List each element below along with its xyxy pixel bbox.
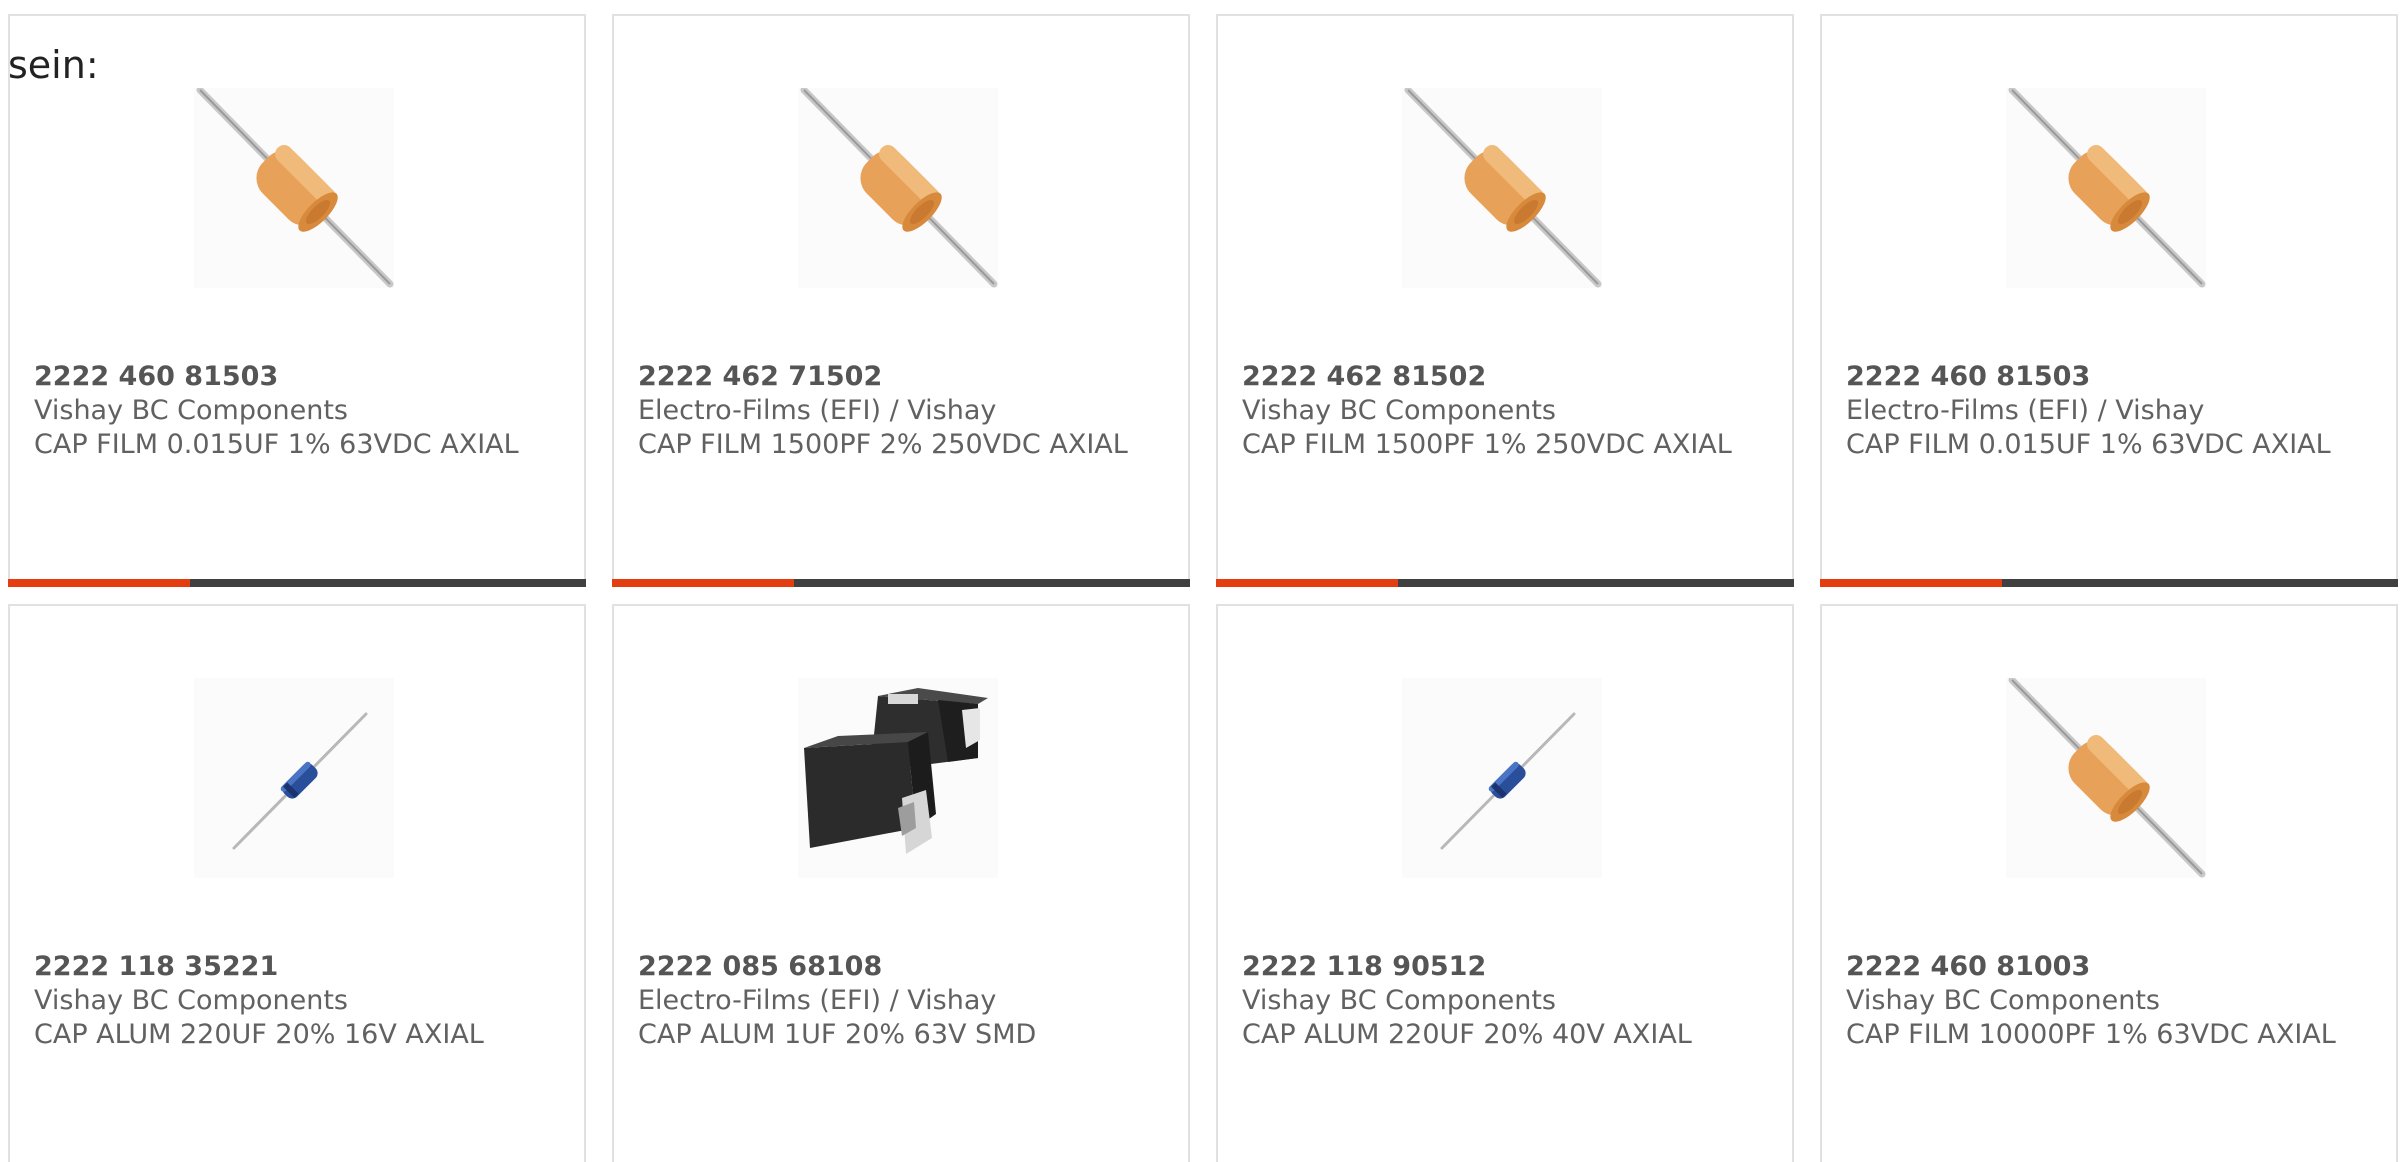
manufacturer-name: Vishay BC Components	[1242, 395, 1556, 426]
orange-axial-film-capacitor-icon[interactable]	[194, 88, 394, 288]
black-smd-capacitor-icon[interactable]	[798, 678, 998, 878]
product-card[interactable]: 2222 462 71502 Electro-Films (EFI) / Vish…	[612, 14, 1190, 587]
card-progress-fill	[612, 579, 795, 587]
product-info: 2222 462 71502 Electro-Films (EFI) / Vish…	[638, 360, 1158, 462]
product-grid-page: sein: 2222 460 81503 Vishay BC Components…	[0, 0, 2400, 1162]
card-progress-bar	[1216, 579, 1794, 587]
orange-axial-film-capacitor-icon[interactable]	[1402, 88, 1602, 288]
product-info: 2222 118 90512 Vishay BC Components CAP AL…	[1242, 950, 1762, 1052]
orange-axial-film-capacitor-icon[interactable]	[2006, 88, 2206, 288]
part-number[interactable]: 2222 085 68108	[638, 950, 1158, 984]
manufacturer-name: Electro-Films (EFI) / Vishay	[1846, 395, 2205, 426]
manufacturer-name: Vishay BC Components	[34, 985, 348, 1016]
product-description: CAP FILM 10000PF 1% 63VDC AXIAL	[1846, 1019, 2336, 1050]
product-card[interactable]: 2222 460 81503 Vishay BC Components CAP FI…	[8, 14, 586, 587]
manufacturer-name: Electro-Films (EFI) / Vishay	[638, 985, 997, 1016]
intro-label: sein:	[8, 43, 99, 87]
card-progress-bar	[8, 579, 586, 587]
product-info: 2222 462 81502 Vishay BC Components CAP FI…	[1242, 360, 1762, 462]
product-description: CAP FILM 0.015UF 1% 63VDC AXIAL	[1846, 429, 2331, 460]
part-number[interactable]: 2222 460 81503	[1846, 360, 2366, 394]
product-card[interactable]: 2222 118 35221 Vishay BC Components CAP AL…	[8, 604, 586, 1162]
product-description: CAP FILM 1500PF 2% 250VDC AXIAL	[638, 429, 1128, 460]
product-card[interactable]: 2222 460 81003 Vishay BC Components CAP FI…	[1820, 604, 2398, 1162]
orange-axial-film-capacitor-icon[interactable]	[798, 88, 998, 288]
part-number[interactable]: 2222 462 81502	[1242, 360, 1762, 394]
part-number[interactable]: 2222 118 90512	[1242, 950, 1762, 984]
product-description: CAP FILM 1500PF 1% 250VDC AXIAL	[1242, 429, 1732, 460]
product-card[interactable]: 2222 118 90512 Vishay BC Components CAP AL…	[1216, 604, 1794, 1162]
product-description: CAP ALUM 220UF 20% 16V AXIAL	[34, 1019, 484, 1050]
manufacturer-name: Electro-Films (EFI) / Vishay	[638, 395, 997, 426]
product-description: CAP ALUM 1UF 20% 63V SMD	[638, 1019, 1037, 1050]
product-info: 2222 460 81503 Vishay BC Components CAP FI…	[34, 360, 554, 462]
card-progress-fill	[8, 579, 191, 587]
manufacturer-name: Vishay BC Components	[34, 395, 348, 426]
manufacturer-name: Vishay BC Components	[1846, 985, 2160, 1016]
orange-axial-film-capacitor-icon[interactable]	[2006, 678, 2206, 878]
product-info: 2222 460 81003 Vishay BC Components CAP FI…	[1846, 950, 2366, 1052]
card-progress-bar	[612, 579, 1190, 587]
card-progress-fill	[1820, 579, 2003, 587]
part-number[interactable]: 2222 460 81503	[34, 360, 554, 394]
part-number[interactable]: 2222 118 35221	[34, 950, 554, 984]
blue-axial-electrolytic-capacitor-icon[interactable]	[1402, 678, 1602, 878]
part-number[interactable]: 2222 462 71502	[638, 360, 1158, 394]
product-card[interactable]: 2222 460 81503 Electro-Films (EFI) / Vish…	[1820, 14, 2398, 587]
product-card[interactable]: 2222 462 81502 Vishay BC Components CAP FI…	[1216, 14, 1794, 587]
card-progress-bar	[1820, 579, 2398, 587]
blue-axial-electrolytic-capacitor-icon[interactable]	[194, 678, 394, 878]
product-description: CAP ALUM 220UF 20% 40V AXIAL	[1242, 1019, 1692, 1050]
product-info: 2222 085 68108 Electro-Films (EFI) / Vish…	[638, 950, 1158, 1052]
manufacturer-name: Vishay BC Components	[1242, 985, 1556, 1016]
product-card[interactable]: 2222 085 68108 Electro-Films (EFI) / Vish…	[612, 604, 1190, 1162]
product-info: 2222 460 81503 Electro-Films (EFI) / Vish…	[1846, 360, 2366, 462]
product-description: CAP FILM 0.015UF 1% 63VDC AXIAL	[34, 429, 519, 460]
card-progress-fill	[1216, 579, 1399, 587]
product-info: 2222 118 35221 Vishay BC Components CAP AL…	[34, 950, 554, 1052]
part-number[interactable]: 2222 460 81003	[1846, 950, 2366, 984]
